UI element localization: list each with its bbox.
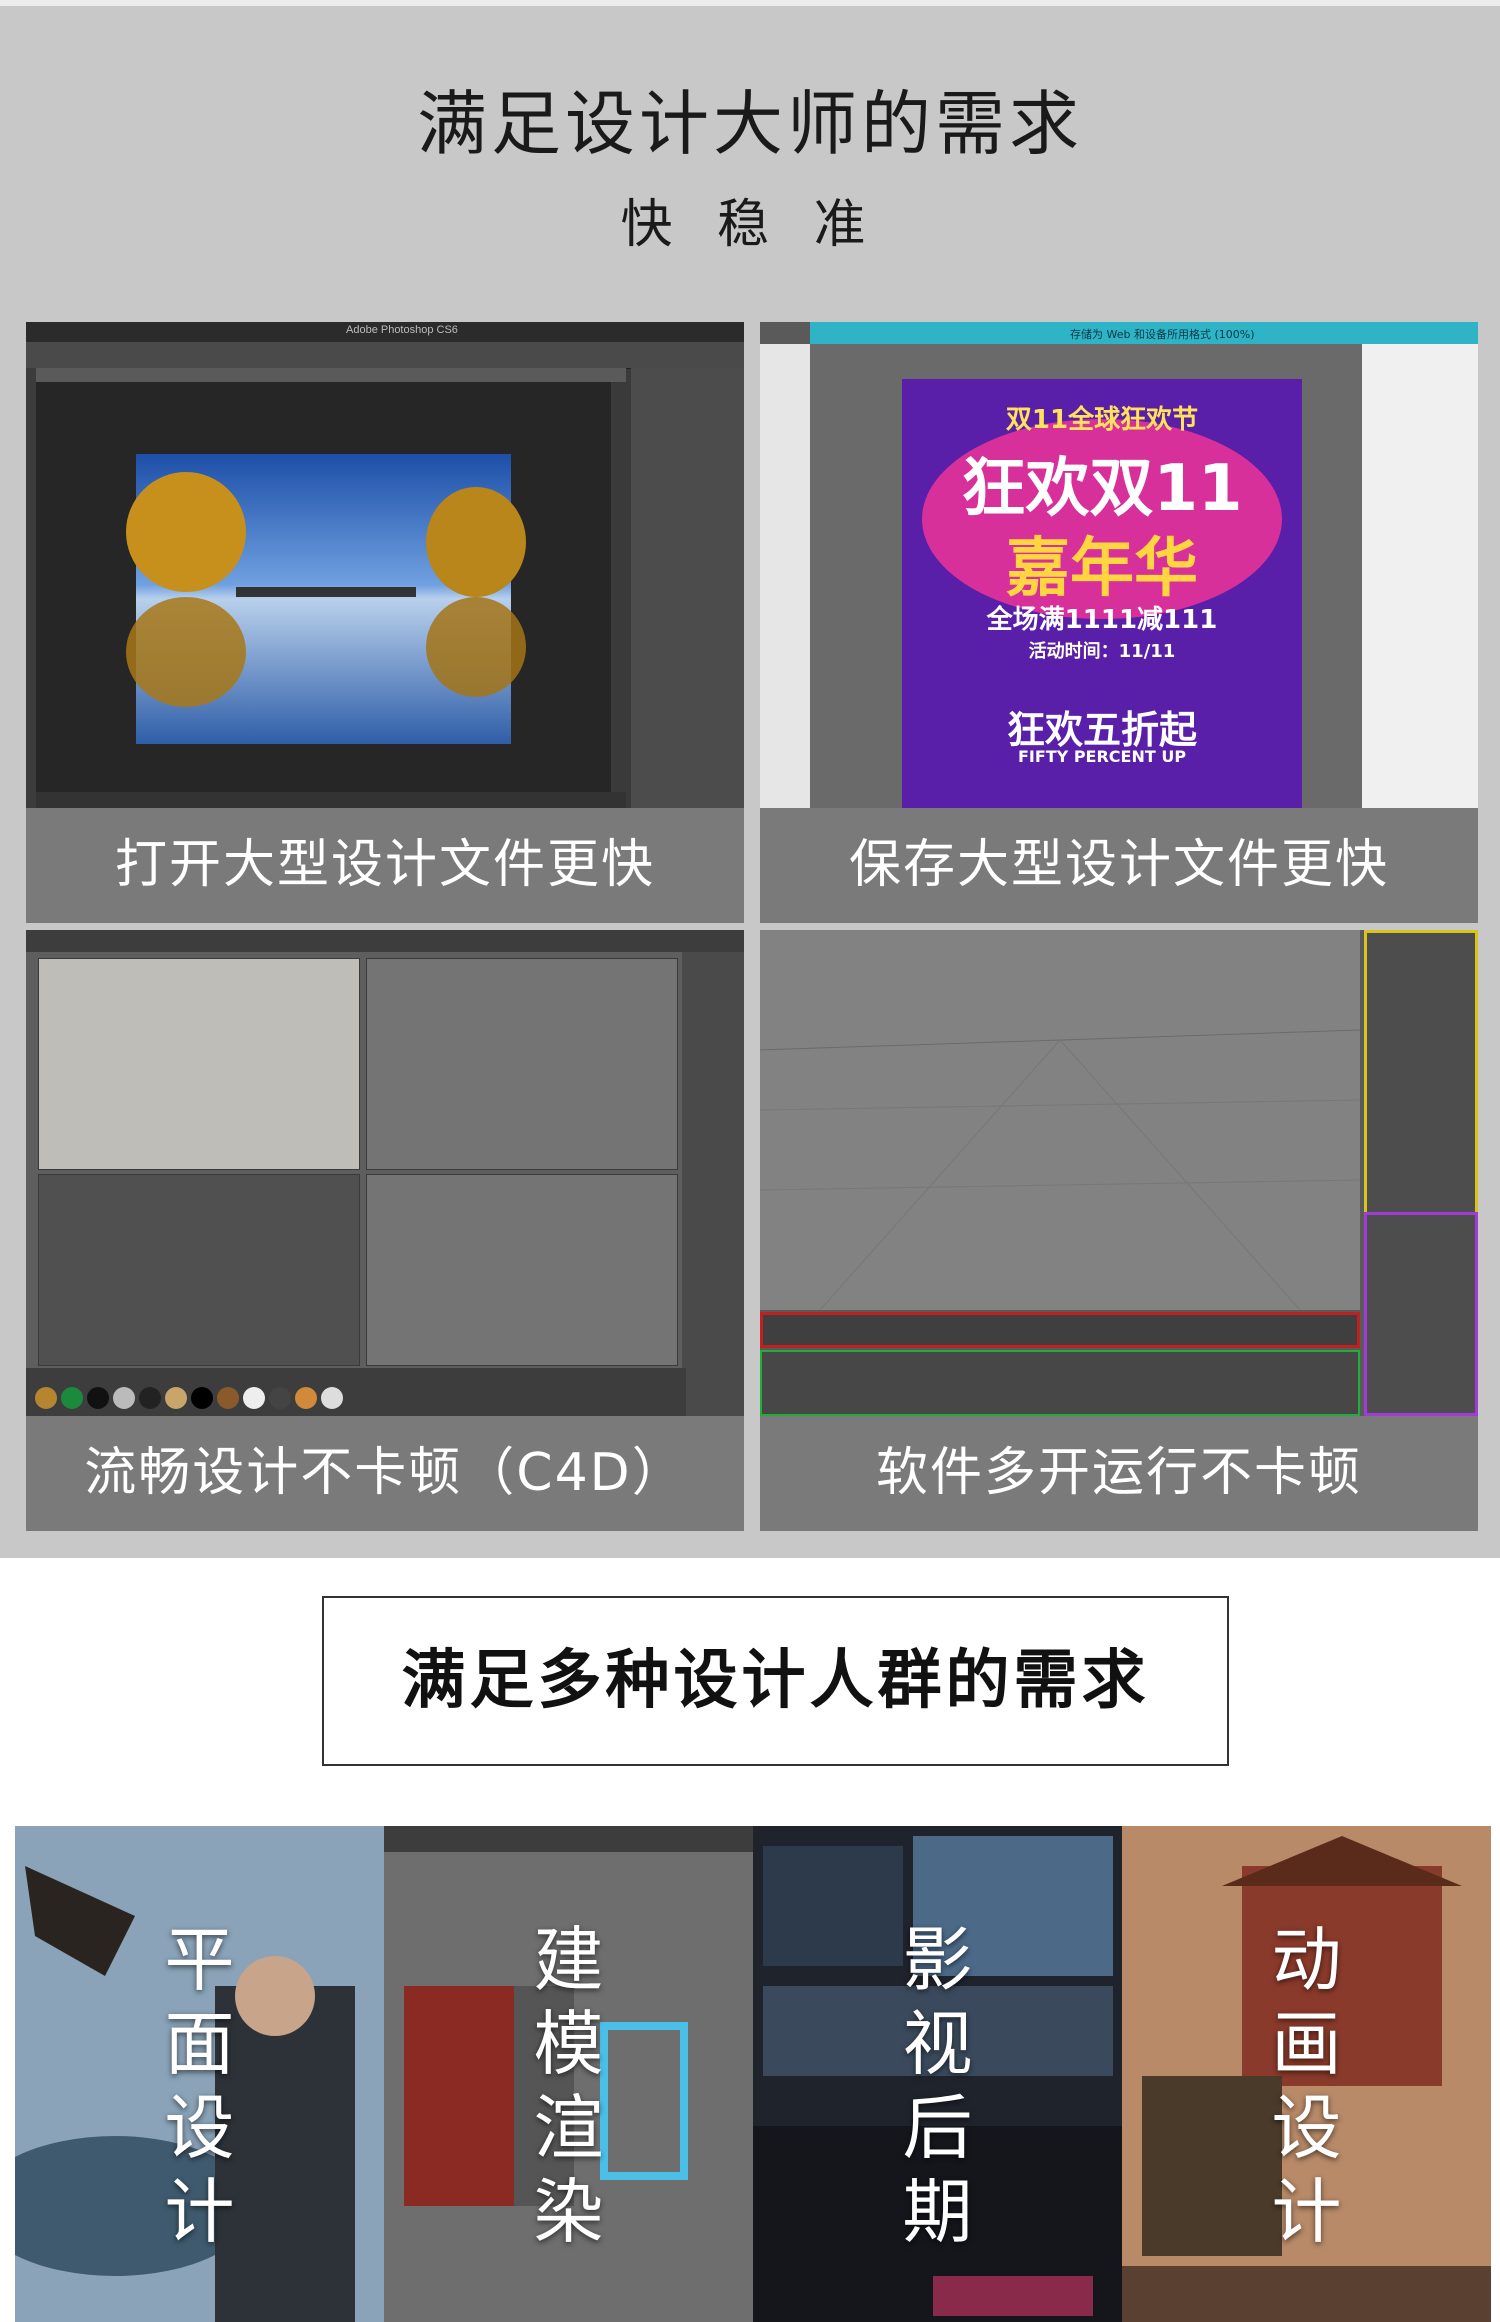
poster-line-1: 双11全球狂欢节 <box>1005 405 1199 435</box>
card-caption: 保存大型设计文件更快 <box>848 835 1389 895</box>
canvas <box>36 382 611 792</box>
poster-line-5: 活动时间：11/11 <box>1028 641 1176 662</box>
card-caption: 软件多开运行不卡顿 <box>875 1443 1362 1503</box>
viewport-top <box>366 958 678 1170</box>
viewport-grid <box>760 1029 1361 1311</box>
options-bar <box>26 342 744 369</box>
top-section: 满足设计大师的需求 快 稳 准 Adobe Photoshop CS6 打开大型… <box>0 0 1500 1558</box>
poster-line-3: 嘉年华 <box>1006 532 1198 606</box>
card-save-files: 存储为 Web 和设备所用格式 (100%) 双11全球狂欢节 狂欢双11 嘉年… <box>760 322 1478 923</box>
category-animation: 动 画 设 计 <box>1122 1826 1491 2322</box>
window-title: Adobe Photoshop CS6 <box>346 324 458 336</box>
landscape-photo <box>126 454 526 744</box>
attributes-green <box>760 1350 1360 1416</box>
card-caption: 打开大型设计文件更快 <box>114 835 655 895</box>
viewport-front <box>366 1174 678 1366</box>
category-post-production: 影 视 后 期 <box>753 1826 1122 2322</box>
c4d-multitask-screenshot <box>760 930 1478 1416</box>
category-graphic-design: 平 面 设 计 <box>15 1826 384 2322</box>
category-label: 平 面 设 计 <box>164 1919 235 2253</box>
status-bar <box>36 792 626 808</box>
section-title-box: 满足多种设计人群的需求 <box>322 1596 1229 1766</box>
dialog-title: 存储为 Web 和设备所用格式 (100%) <box>1070 328 1255 341</box>
right-panel-purple <box>1364 1212 1478 1416</box>
category-label: 建 模 渲 染 <box>533 1919 604 2253</box>
poster-line-2: 狂欢双11 <box>961 452 1243 526</box>
settings-panel <box>1362 344 1478 808</box>
subtitle: 快 稳 准 <box>620 195 880 255</box>
tool-column <box>760 344 810 808</box>
viewport-main <box>760 930 1361 1311</box>
timeline-red <box>760 1312 1360 1348</box>
card-multitask: 软件多开运行不卡顿 <box>760 930 1478 1531</box>
c4d-screenshot <box>26 930 744 1416</box>
viewport-perspective <box>38 958 360 1170</box>
c4d-toolbar <box>26 930 744 952</box>
save-for-web-screenshot: 存储为 Web 和设备所用格式 (100%) 双11全球狂欢节 狂欢双11 嘉年… <box>760 322 1478 808</box>
poster-preview: 双11全球狂欢节 狂欢双11 嘉年华 全场满1111减111 活动时间：11/1… <box>902 379 1302 808</box>
card-caption: 流畅设计不卡顿（C4D） <box>84 1443 686 1503</box>
card-c4d: 流畅设计不卡顿（C4D） <box>26 930 744 1531</box>
right-panels <box>631 368 744 808</box>
category-label: 影 视 后 期 <box>902 1919 973 2253</box>
preview-stage: 双11全球狂欢节 狂欢双11 嘉年华 全场满1111减111 活动时间：11/1… <box>810 344 1362 808</box>
dialog-titlebar: 存储为 Web 和设备所用格式 (100%) <box>810 322 1478 344</box>
category-modeling: 建 模 渲 染 <box>384 1826 753 2322</box>
poster-line-7: FIFTY PERCENT UP <box>1017 747 1187 766</box>
viewport-right <box>38 1174 360 1366</box>
poster-line-4: 全场满1111减111 <box>986 605 1218 635</box>
section-title: 满足多种设计人群的需求 <box>401 1644 1150 1718</box>
document-tab <box>36 368 626 382</box>
card-open-files: Adobe Photoshop CS6 打开大型设计文件更快 <box>26 322 744 923</box>
poster-line-6: 狂欢五折起 <box>1006 708 1197 752</box>
material-swatches <box>26 1368 686 1416</box>
object-manager <box>682 952 744 1416</box>
category-label: 动 画 设 计 <box>1271 1919 1342 2253</box>
tool-panel <box>26 368 36 808</box>
photoshop-screenshot: Adobe Photoshop CS6 <box>26 322 744 808</box>
menu-bar: Adobe Photoshop CS6 <box>26 322 744 342</box>
main-title: 满足设计大师的需求 <box>417 83 1083 165</box>
